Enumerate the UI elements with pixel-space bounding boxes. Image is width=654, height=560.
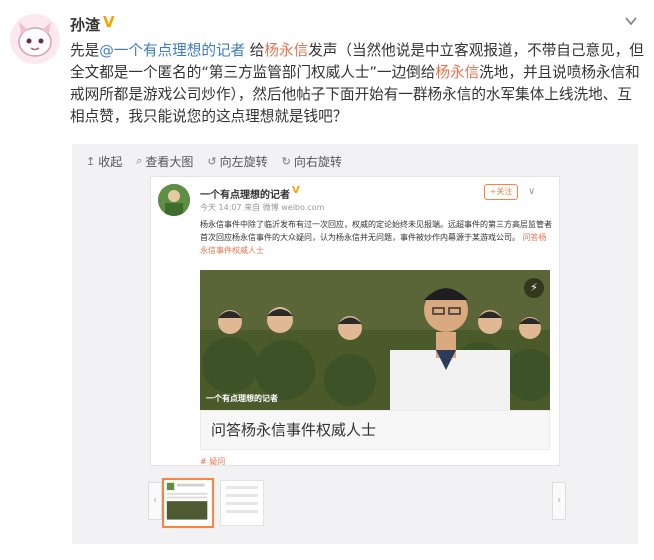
view-large-button[interactable]: ⌕ 查看大图 xyxy=(136,152,193,170)
screenshot-card-title: 问答杨永信事件权威人士 xyxy=(200,410,550,450)
photo-caption: 一个有点理想的记者 xyxy=(206,394,278,403)
screenshot-text: 杨永信事件中除了临沂发布有过一次回应，权威的定论始终未见报端。远超事件的第三方高… xyxy=(200,220,552,255)
screenshot-more-icon: ∨ xyxy=(528,186,536,197)
screenshot-author-name: 一个有点理想的记者 xyxy=(200,190,290,201)
verified-badge-icon: V xyxy=(103,13,115,31)
rotate-left-button[interactable]: ↺ 向左旋转 xyxy=(207,152,267,170)
image-toolbar: ↥ 收起 ⌕ 查看大图 ↺ 向左旋转 ↻ 向右旋转 xyxy=(86,152,342,170)
name-link-2[interactable]: 杨永信 xyxy=(435,64,479,81)
rotate-left-icon: ↺ xyxy=(207,154,217,168)
thumb-line xyxy=(226,494,258,497)
name-link[interactable]: 杨永信 xyxy=(264,42,308,59)
screenshot-follow-button: +关注 xyxy=(484,184,518,200)
screenshot-topic: # 疑问 xyxy=(200,457,226,466)
search-icon: ⌕ xyxy=(136,154,143,167)
screenshot-author-avatar xyxy=(158,184,190,216)
screenshot-verified-icon: V xyxy=(292,185,300,196)
chevron-down-icon[interactable] xyxy=(624,14,638,28)
thumb-prev-button[interactable]: ‹ xyxy=(148,482,162,520)
collapse-icon: ↥ xyxy=(86,154,96,168)
thumb-line xyxy=(226,502,258,505)
thumb-line xyxy=(226,486,258,489)
screenshot-meta: 今天 14:07 来自 微博 weibo.com xyxy=(200,203,325,212)
username[interactable]: 孙渣 xyxy=(70,14,100,35)
rotate-right-button[interactable]: ↻ 向右旋转 xyxy=(282,152,342,170)
screenshot-photo: 一个有点理想的记者 ⚡ xyxy=(200,270,550,410)
flash-icon: ⚡ xyxy=(524,278,544,298)
thumb-line xyxy=(226,510,258,513)
post-text: 先是@一个有点理想的记者 给杨永信发声（当然他说是中立客观报道，不带自己意见，但… xyxy=(70,42,644,125)
thumbnail[interactable] xyxy=(220,480,264,526)
mention-link[interactable]: @一个有点理想的记者 xyxy=(99,42,245,59)
thumb-next-button[interactable]: › xyxy=(552,482,566,520)
avatar[interactable] xyxy=(10,14,60,64)
thumbnail-selected[interactable] xyxy=(162,478,214,528)
rotate-right-icon: ↻ xyxy=(281,154,291,168)
collapse-button[interactable]: ↥ 收起 xyxy=(86,152,122,170)
